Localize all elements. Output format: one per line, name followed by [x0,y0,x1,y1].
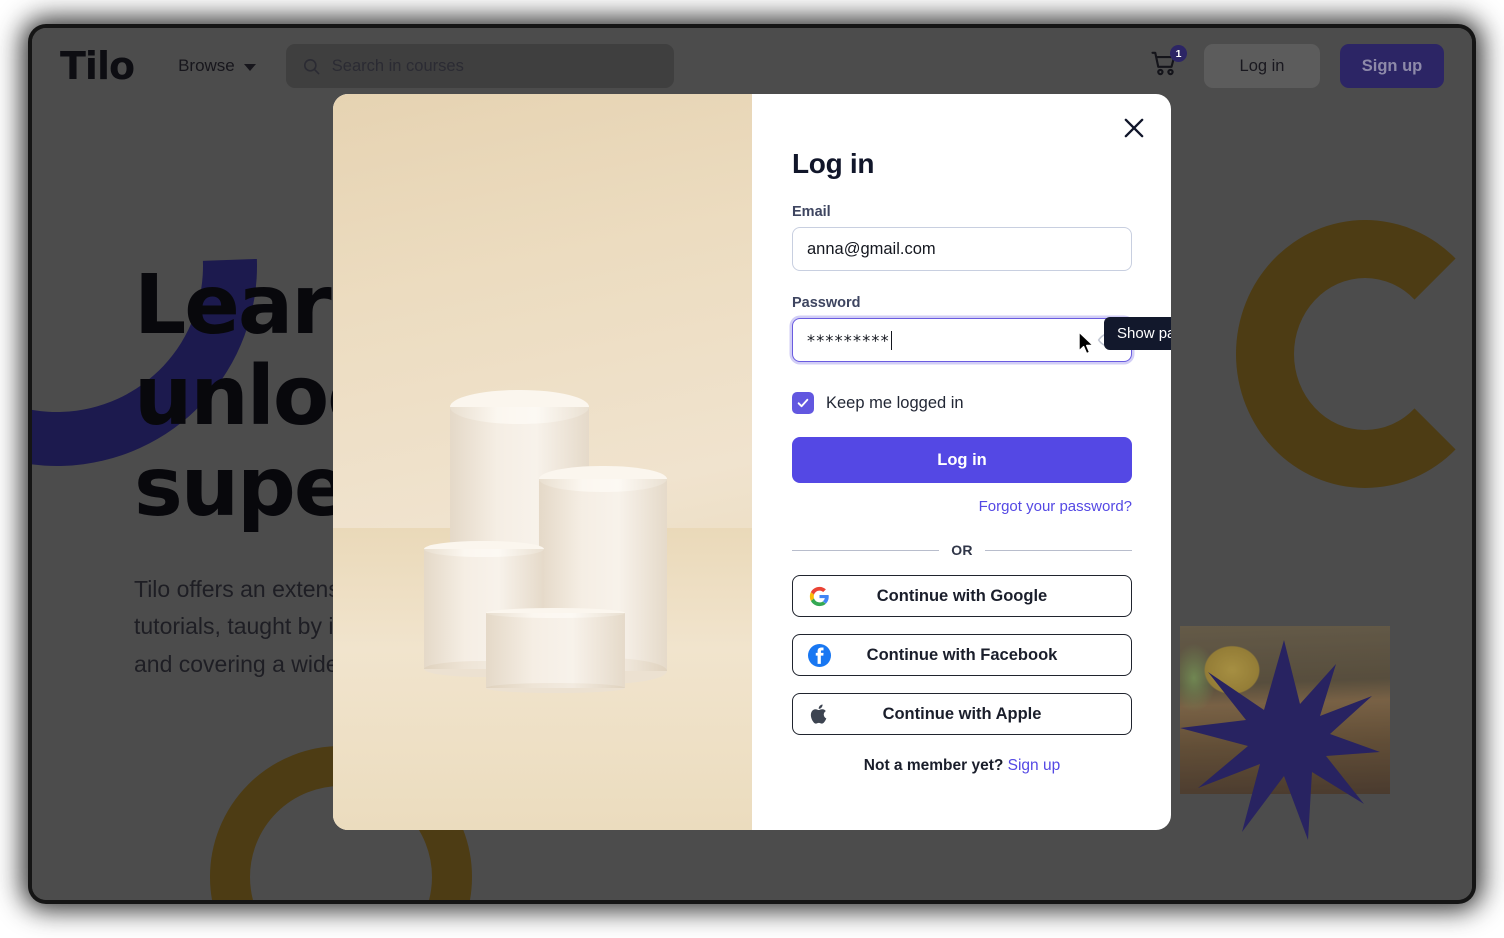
signup-link[interactable]: Sign up [1008,757,1061,774]
keep-logged-in-row: Keep me logged in [792,392,1132,414]
podium-cylinder-flat [486,607,625,694]
check-icon [797,398,809,408]
chevron-down-icon [243,64,256,71]
signup-prompt-text: Not a member yet? [863,757,1004,774]
browser-window: Tilo Browse Search in courses 1 Log in S… [32,28,1472,900]
browse-menu-button[interactable]: Browse [178,56,256,76]
email-field[interactable]: anna@gmail.com [792,227,1132,271]
site-header: Tilo Browse Search in courses 1 Log in S… [32,28,1472,104]
login-submit-button[interactable]: Log in [792,437,1132,483]
continue-with-google-button[interactable]: Continue with Google [792,575,1132,617]
page-title: Log in [792,148,875,179]
password-field[interactable]: ********* [792,318,1132,362]
email-value: anna@gmail.com [807,239,936,258]
cart-button[interactable]: 1 [1150,45,1187,83]
password-value: ********* [807,330,890,350]
social-label: Continue with Facebook [866,645,1058,664]
continue-with-apple-button[interactable]: Continue with Apple [792,693,1132,735]
divider-label: OR [951,542,973,558]
divider: OR [792,542,1133,558]
logo[interactable]: Tilo [60,44,135,88]
search-input[interactable]: Search in courses [285,44,674,88]
header-login-button[interactable]: Log in [1204,44,1320,88]
social-label: Continue with Google [876,586,1048,605]
email-label: Email [792,204,831,220]
password-label: Password [792,295,861,311]
close-icon [1124,118,1144,138]
continue-with-facebook-button[interactable]: Continue with Facebook [792,634,1132,676]
browse-label: Browse [178,56,235,75]
login-modal: Log in Email anna@gmail.com Password ***… [333,94,1171,830]
forgot-password-link[interactable]: Forgot your password? [792,498,1132,515]
screen: Tilo Browse Search in courses 1 Log in S… [0,0,1504,938]
text-caret [890,330,893,350]
keep-logged-in-label: Keep me logged in [826,393,964,412]
cart-badge: 1 [1170,45,1187,62]
signup-prompt: Not a member yet? Sign up [792,757,1132,775]
header-signup-button[interactable]: Sign up [1340,44,1444,88]
header-actions: 1 Log in Sign up [1150,44,1444,88]
search-icon [303,58,320,74]
login-form: Log in Email anna@gmail.com Password ***… [752,94,1171,830]
modal-illustration [333,94,752,830]
social-label: Continue with Apple [882,704,1042,723]
facebook-icon [807,643,831,667]
apple-icon [807,702,831,726]
show-password-tooltip: Show password [1104,317,1171,350]
search-placeholder: Search in courses [331,56,464,75]
keep-logged-in-checkbox[interactable] [792,392,814,414]
close-button[interactable] [1120,114,1148,142]
decorative-gold-arc [1236,220,1472,488]
divider-line-right [984,549,1133,551]
divider-line-left [792,549,940,551]
google-icon [807,584,831,608]
